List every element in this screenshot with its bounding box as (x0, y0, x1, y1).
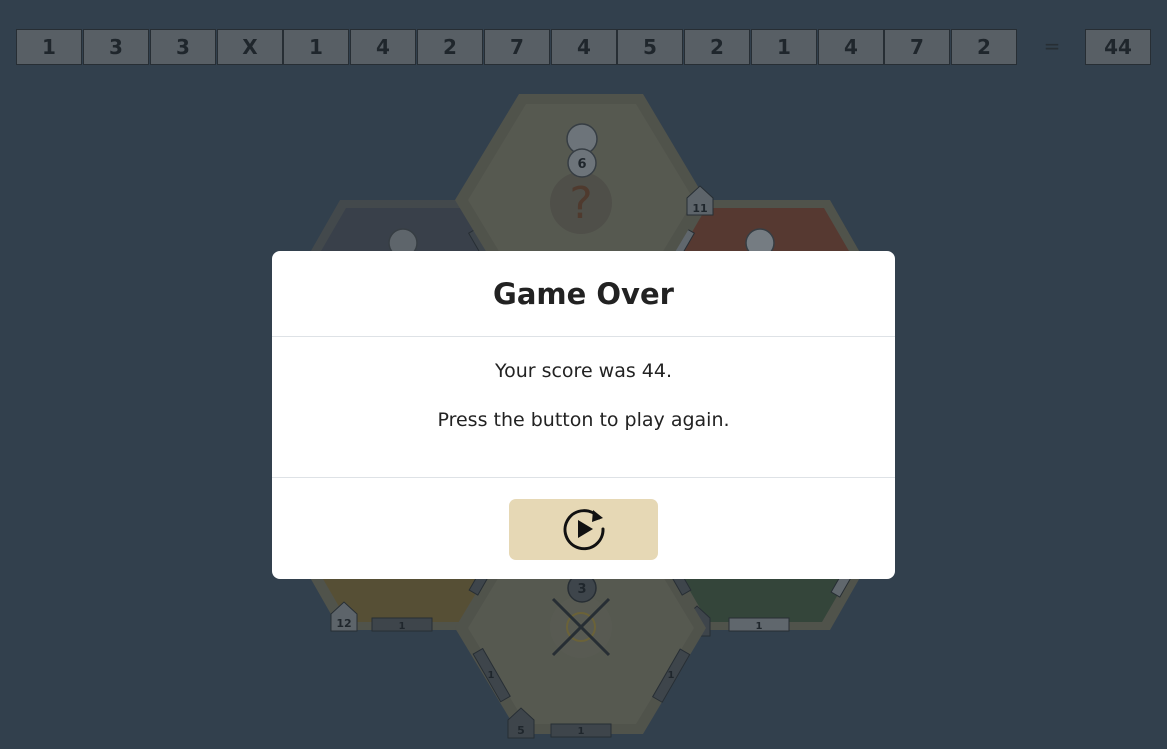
play-again-message: Press the button to play again. (437, 409, 730, 431)
score-message: Your score was 44. (494, 360, 673, 382)
dialog-title: Game Over (493, 276, 674, 311)
dialog-header: Game Over (272, 251, 895, 337)
game-over-dialog: Game Over Your score was 44. Press the b… (272, 251, 895, 579)
replay-icon (563, 509, 605, 551)
dialog-footer (272, 478, 895, 579)
dialog-body: Your score was 44. Press the button to p… (272, 337, 895, 478)
play-again-button[interactable] (509, 498, 658, 560)
